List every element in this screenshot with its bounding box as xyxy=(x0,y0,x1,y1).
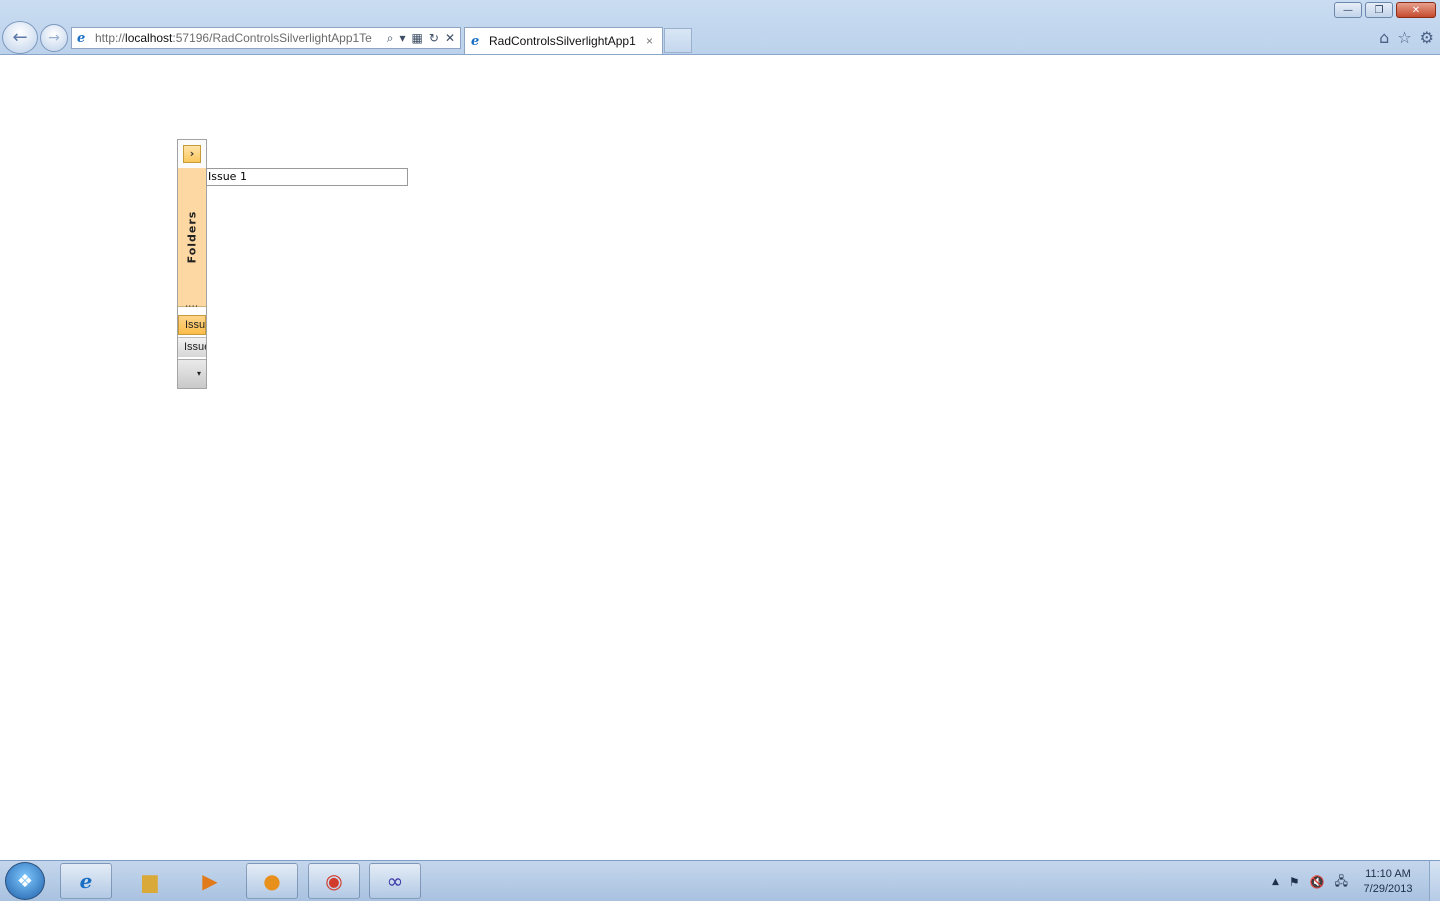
start-button[interactable]: ❖ xyxy=(5,862,45,900)
ie-tab-icon: e xyxy=(471,33,480,49)
back-button[interactable]: ← xyxy=(2,21,38,54)
search-icon[interactable]: ⌕ xyxy=(387,31,394,46)
favorites-star-icon[interactable]: ☆ xyxy=(1397,28,1411,47)
forward-button[interactable]: → xyxy=(40,24,68,52)
taskbar-visual-studio[interactable]: ∞ xyxy=(369,863,421,899)
compatibility-view-icon[interactable]: ▦ xyxy=(412,31,423,46)
selected-item-content: Issue 1 xyxy=(206,168,408,186)
orange-app-icon: ● xyxy=(263,869,281,893)
taskbar-file-explorer[interactable]: ▆ xyxy=(124,863,176,899)
window-controls: — ❐ ✕ xyxy=(1331,2,1436,18)
clock[interactable]: 11:10 AM 7/29/2013 xyxy=(1358,867,1418,897)
clock-date: 7/29/2013 xyxy=(1363,883,1413,895)
stop-icon[interactable]: ✕ xyxy=(445,31,455,46)
url-host: localhost xyxy=(125,31,173,45)
taskbar-app-orange[interactable]: ● xyxy=(246,863,298,899)
taskbar-chrome[interactable]: ◉ xyxy=(308,863,360,899)
url-text[interactable]: http://localhost:57196/RadControlsSilver… xyxy=(95,31,387,45)
url-path: :57196/RadControlsSilverlightApp1Te xyxy=(172,31,372,45)
folder-icon: ▆ xyxy=(142,869,158,893)
gear-icon[interactable]: ⚙ xyxy=(1420,28,1434,47)
chrome-icon: ◉ xyxy=(325,869,343,893)
address-bar[interactable]: e http://localhost:57196/RadControlsSilv… xyxy=(71,27,461,49)
ie-page-icon: e xyxy=(77,30,86,46)
folders-label: Folders xyxy=(185,210,199,264)
speaker-muted-icon[interactable]: 🔇 xyxy=(1310,875,1325,889)
outlookbar-item-issue-1[interactable]: Issue 1 xyxy=(178,315,206,335)
taskbar-internet-explorer[interactable]: e xyxy=(60,863,112,899)
outlookbar-item-issue-2[interactable]: Issue 2 xyxy=(178,337,206,357)
browser-tools: ⌂ ☆ ⚙ xyxy=(1379,28,1434,47)
tray-expand-icon[interactable]: ▲ xyxy=(1272,877,1279,887)
folders-header[interactable]: Folders xyxy=(178,168,206,307)
home-icon[interactable]: ⌂ xyxy=(1379,28,1389,47)
restore-button[interactable]: ❐ xyxy=(1365,2,1393,18)
taskbar: ❖ e ▆ ▶ ● ◉ ∞ ▲ ⚑ 🔇 🖧 11:10 AM 7/29/2013 xyxy=(0,860,1440,901)
chevron-down-icon: ▾ xyxy=(196,369,201,378)
url-scheme: http:// xyxy=(95,31,126,45)
tab-close-icon[interactable]: × xyxy=(646,34,662,48)
expand-panel-button[interactable]: › xyxy=(183,145,201,163)
back-arrow-icon: ← xyxy=(12,27,28,48)
media-player-icon: ▶ xyxy=(202,869,218,893)
show-desktop-button[interactable] xyxy=(1429,861,1440,901)
system-tray: ▲ ⚑ 🔇 🖧 11:10 AM 7/29/2013 xyxy=(1272,867,1418,897)
infinity-app-icon: ∞ xyxy=(386,869,404,893)
network-icon[interactable]: 🖧 xyxy=(1335,872,1348,893)
tab-title: RadControlsSilverlightApp1 xyxy=(489,34,636,48)
outlookbar-panel: › Folders '''' Issue 1 Issue 2 ▾ xyxy=(177,139,207,389)
resize-grip[interactable]: '''' xyxy=(178,305,206,314)
action-center-flag-icon[interactable]: ⚑ xyxy=(1289,875,1300,889)
refresh-icon[interactable]: ↻ xyxy=(429,31,439,46)
address-tools: ⌕ ▾ ▦ ↻ ✕ xyxy=(387,31,460,46)
panel-header: › xyxy=(178,140,206,169)
windows-logo-icon: ❖ xyxy=(16,870,34,892)
close-window-button[interactable]: ✕ xyxy=(1396,2,1436,18)
browser-chrome: — ❐ ✕ ← → e http://localhost:57196/RadCo… xyxy=(0,0,1440,55)
taskbar-media-player[interactable]: ▶ xyxy=(184,863,236,899)
more-items-button[interactable]: ▾ xyxy=(178,359,206,388)
browser-tab[interactable]: e RadControlsSilverlightApp1 × xyxy=(464,27,663,54)
clock-time: 11:10 AM xyxy=(1365,868,1411,880)
internet-explorer-icon: e xyxy=(79,869,93,893)
forward-arrow-icon: → xyxy=(48,30,60,46)
chevron-right-icon: › xyxy=(189,147,195,160)
dropdown-icon[interactable]: ▾ xyxy=(400,31,406,46)
minimize-button[interactable]: — xyxy=(1334,2,1362,18)
new-tab-button[interactable] xyxy=(664,28,692,53)
